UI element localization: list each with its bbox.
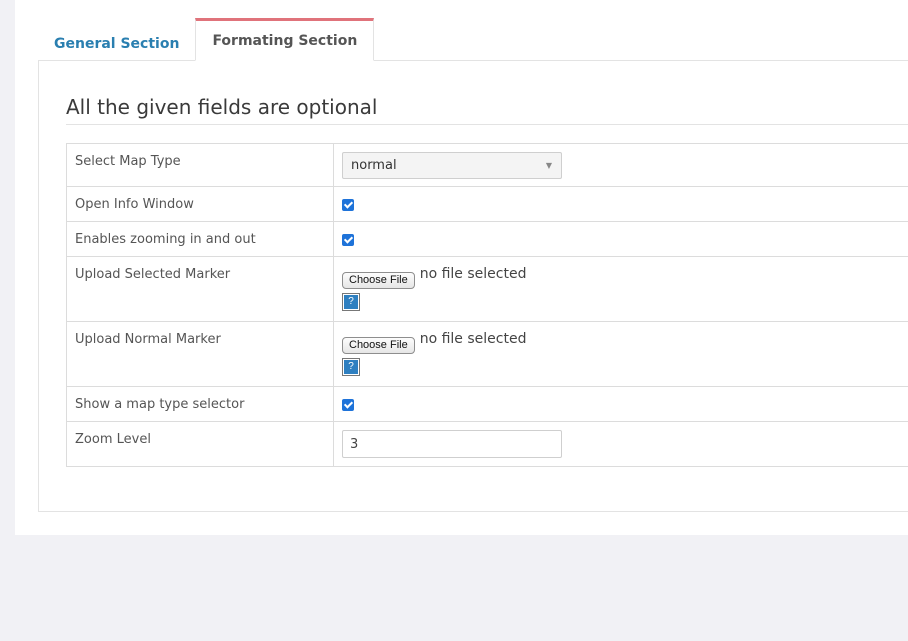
- zoom-level-input[interactable]: [342, 430, 562, 458]
- table-row: Select Map Type normal ▼: [66, 143, 908, 187]
- table-row: Enables zooming in and out: [66, 221, 908, 257]
- tab-formating-section[interactable]: Formating Section: [195, 18, 375, 61]
- info-window-label: Open Info Window: [66, 186, 334, 222]
- help-icon[interactable]: ?: [342, 358, 360, 376]
- section-tabs: General Section Formating Section: [38, 18, 375, 61]
- table-row: Show a map type selector: [66, 386, 908, 422]
- zooming-label: Enables zooming in and out: [66, 221, 334, 257]
- selected-marker-file-status: no file selected: [419, 266, 527, 282]
- help-icon[interactable]: ?: [342, 293, 360, 311]
- selected-marker-file: Choose File no file selected: [342, 265, 900, 289]
- zooming-checkbox[interactable]: [342, 234, 354, 246]
- tab-general-section[interactable]: General Section: [38, 18, 195, 61]
- type-selector-checkbox[interactable]: [342, 399, 354, 411]
- map-type-label: Select Map Type: [66, 143, 334, 187]
- normal-marker-label: Upload Normal Marker: [66, 321, 334, 387]
- normal-marker-file: Choose File no file selected: [342, 330, 900, 354]
- table-row: Upload Selected Marker Choose File no fi…: [66, 256, 908, 322]
- info-window-checkbox[interactable]: [342, 199, 354, 211]
- table-row: Zoom Level: [66, 421, 908, 467]
- normal-marker-choose-file-button[interactable]: Choose File: [342, 337, 415, 354]
- type-selector-label: Show a map type selector: [66, 386, 334, 422]
- normal-marker-file-status: no file selected: [419, 331, 527, 347]
- section-heading: All the given fields are optional: [66, 95, 378, 119]
- selected-marker-choose-file-button[interactable]: Choose File: [342, 272, 415, 289]
- map-type-select[interactable]: normal ▼: [342, 152, 562, 179]
- selected-marker-label: Upload Selected Marker: [66, 256, 334, 322]
- table-row: Open Info Window: [66, 186, 908, 222]
- table-row: Upload Normal Marker Choose File no file…: [66, 321, 908, 387]
- map-type-value: normal: [351, 158, 397, 173]
- options-table: Select Map Type normal ▼ Open Info Windo…: [66, 143, 908, 467]
- tab-content: All the given fields are optional Select…: [38, 60, 908, 512]
- heading-divider: [66, 124, 908, 125]
- chevron-down-icon: ▼: [545, 161, 552, 170]
- zoom-level-label: Zoom Level: [66, 421, 334, 467]
